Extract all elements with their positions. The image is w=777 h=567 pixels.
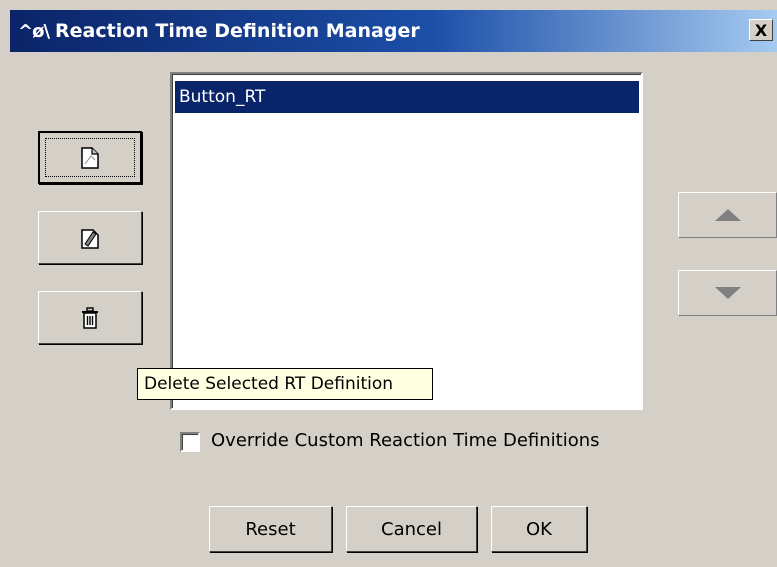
window-title: Reaction Time Definition Manager xyxy=(55,20,420,42)
override-checkbox[interactable] xyxy=(180,432,200,452)
edit-document-icon xyxy=(81,228,99,249)
cancel-button[interactable]: Cancel xyxy=(346,506,477,552)
reset-button[interactable]: Reset xyxy=(209,506,332,552)
ok-label: OK xyxy=(526,518,552,540)
tooltip: Delete Selected RT Definition xyxy=(137,368,433,400)
close-icon: X xyxy=(754,20,768,40)
close-button[interactable]: X xyxy=(749,19,773,41)
delete-definition-button[interactable] xyxy=(38,291,142,344)
ok-button[interactable]: OK xyxy=(491,506,587,552)
title-bar[interactable]: ^ø\ Reaction Time Definition Manager X xyxy=(10,10,777,52)
focus-ring xyxy=(45,138,135,177)
reset-label: Reset xyxy=(245,518,296,540)
new-definition-button[interactable] xyxy=(38,131,142,184)
move-down-button[interactable] xyxy=(678,270,777,316)
definitions-list[interactable]: Button_RT xyxy=(170,72,643,410)
trash-icon xyxy=(82,306,98,329)
override-checkbox-label[interactable]: Override Custom Reaction Time Definition… xyxy=(211,430,600,451)
move-up-button[interactable] xyxy=(678,192,777,238)
arrow-up-icon xyxy=(714,209,741,221)
arrow-down-icon xyxy=(714,287,741,299)
list-item[interactable]: Button_RT xyxy=(175,81,639,113)
cancel-label: Cancel xyxy=(381,518,442,540)
edit-definition-button[interactable] xyxy=(38,211,142,264)
app-icon: ^ø\ xyxy=(18,20,50,42)
